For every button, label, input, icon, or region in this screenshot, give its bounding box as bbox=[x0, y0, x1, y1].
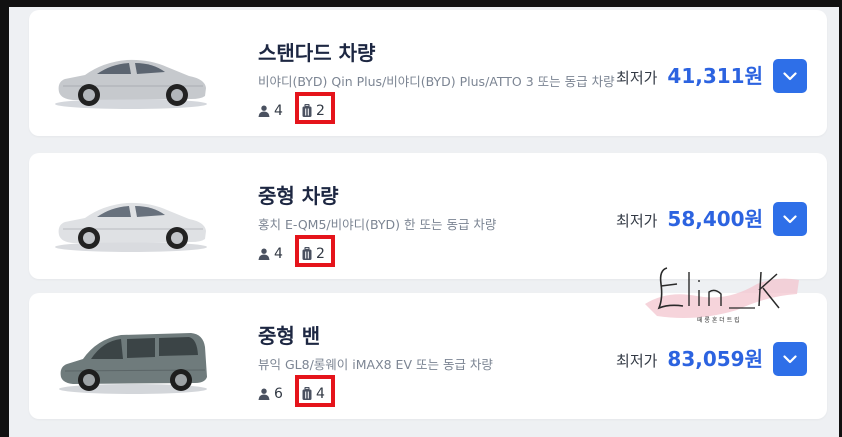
price-value: 41,311원 bbox=[667, 64, 763, 88]
results-list: 스탠다드 차량 비야디(BYD) Qin Plus/비야디(BYD) Plus/… bbox=[9, 7, 839, 437]
luggage-icon bbox=[302, 387, 312, 400]
car-title: 스탠다드 차량 bbox=[258, 41, 376, 65]
car-specs: 4 2 bbox=[258, 92, 335, 124]
price-block: 최저가 83,059원 bbox=[616, 343, 763, 372]
passenger-count: 4 bbox=[258, 246, 283, 262]
price-label: 최저가 bbox=[616, 212, 658, 230]
price-value: 58,400원 bbox=[667, 207, 763, 231]
luggage-icon bbox=[302, 104, 312, 117]
luggage-count: 2 bbox=[302, 98, 325, 124]
car-specs: 6 4 bbox=[258, 375, 335, 407]
car-image-sedan bbox=[55, 59, 207, 109]
expand-button[interactable] bbox=[773, 202, 807, 236]
luggage-icon bbox=[302, 247, 312, 260]
car-description: 비야디(BYD) Qin Plus/비야디(BYD) Plus/ATTO 3 또… bbox=[258, 74, 615, 89]
car-card-standard[interactable]: 스탠다드 차량 비야디(BYD) Qin Plus/비야디(BYD) Plus/… bbox=[29, 10, 827, 136]
signature-watermark: 떼 롱 혼 더 트 립 bbox=[645, 267, 799, 324]
price-label: 최저가 bbox=[616, 352, 658, 370]
passenger-count: 6 bbox=[258, 386, 283, 402]
chevron-down-icon bbox=[783, 214, 797, 223]
person-icon bbox=[258, 105, 270, 117]
car-image-sedan bbox=[55, 202, 207, 252]
expand-button[interactable] bbox=[773, 342, 807, 376]
svg-text:떼 롱 혼 더 트 립: 떼 롱 혼 더 트 립 bbox=[697, 316, 740, 324]
price-block: 최저가 58,400원 bbox=[616, 203, 763, 232]
person-icon bbox=[258, 388, 270, 400]
price-block: 최저가 41,311원 bbox=[616, 60, 763, 89]
chevron-down-icon bbox=[783, 71, 797, 80]
price-label: 최저가 bbox=[616, 69, 658, 87]
car-specs: 4 2 bbox=[258, 235, 335, 267]
car-title: 중형 밴 bbox=[258, 324, 321, 348]
price-value: 83,059원 bbox=[667, 347, 763, 371]
car-description: 홍치 E-QM5/비야디(BYD) 한 또는 동급 차량 bbox=[258, 217, 497, 232]
chevron-down-icon bbox=[783, 354, 797, 363]
person-icon bbox=[258, 248, 270, 260]
car-title: 중형 차량 bbox=[258, 184, 339, 208]
car-description: 뷰익 GL8/롱웨이 iMAX8 EV 또는 동급 차량 bbox=[258, 357, 493, 372]
passenger-count: 4 bbox=[258, 103, 283, 119]
luggage-count: 4 bbox=[302, 381, 325, 407]
car-image-van bbox=[59, 333, 207, 394]
expand-button[interactable] bbox=[773, 59, 807, 93]
luggage-count: 2 bbox=[302, 241, 325, 267]
